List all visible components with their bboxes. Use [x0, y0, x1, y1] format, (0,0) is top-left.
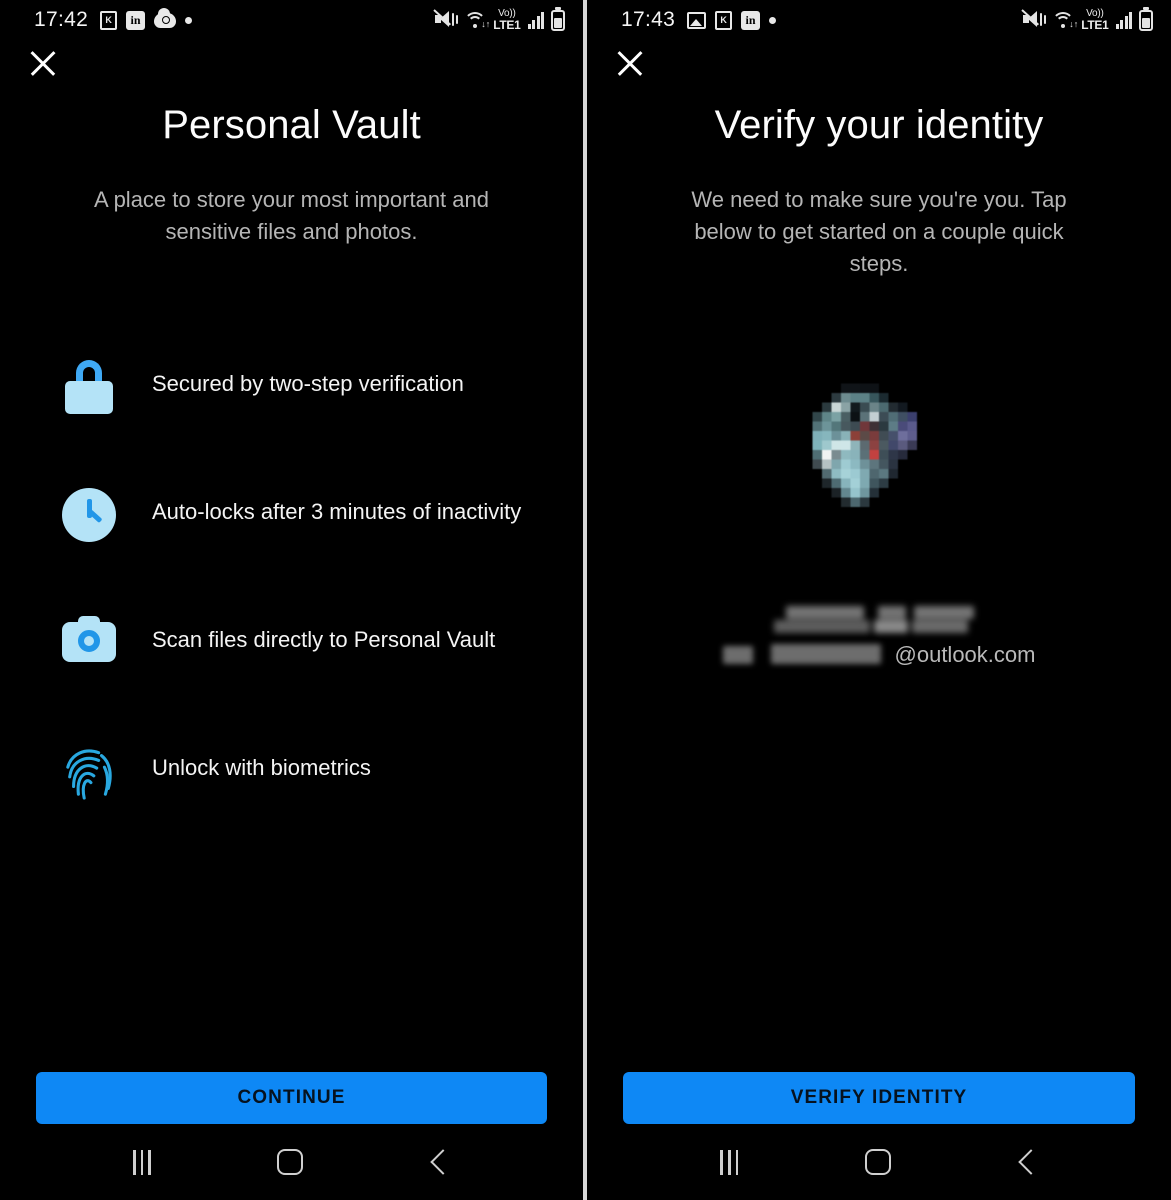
android-navigation-bar: [0, 1124, 583, 1200]
battery-icon: [551, 9, 565, 31]
account-name-redacted: [774, 606, 984, 636]
volte-lte1-icon: Vo)) LTE1: [493, 8, 521, 32]
linkedin-icon: in: [126, 10, 146, 30]
continue-button[interactable]: CONTINUE: [36, 1072, 547, 1124]
feature-label: Unlock with biometrics: [152, 755, 371, 780]
fingerprint-icon: [56, 742, 122, 800]
recents-icon[interactable]: [133, 1149, 151, 1175]
status-bar: 17:43 K in ↓↑ Vo)) LTE1: [587, 0, 1171, 40]
cta-container: VERIFY IDENTITY: [587, 1072, 1171, 1124]
screen-verify-identity: 17:43 K in ↓↑ Vo)) LTE1 Verify your iden…: [587, 0, 1171, 1200]
volte-lte1-icon: Vo)) LTE1: [1081, 8, 1109, 32]
top-bar: [587, 40, 1171, 102]
status-bar: 17:42 K in ↓↑ Vo)) LTE1: [0, 0, 583, 40]
status-bar-time: 17:42: [34, 8, 89, 31]
account-email: @outlook.com: [722, 642, 1036, 668]
verify-identity-button[interactable]: VERIFY IDENTITY: [623, 1072, 1135, 1124]
feature-label: Auto-locks after 3 minutes of inactivity: [152, 499, 522, 524]
list-item: Secured by two-step verification: [56, 358, 553, 450]
screen-personal-vault-intro: 17:42 K in ↓↑ Vo)) LTE1 Personal Vault A…: [0, 0, 583, 1200]
account-block: @outlook.com: [587, 374, 1171, 668]
header-block: Personal Vault A place to store your mos…: [0, 102, 583, 248]
page-title: Personal Vault: [162, 103, 421, 147]
flex-spacer: [587, 668, 1171, 1072]
more-dot-icon: [769, 16, 777, 24]
mute-vibrate-icon: [1021, 9, 1047, 30]
clock-icon: [56, 486, 122, 542]
android-navigation-bar: [587, 1124, 1171, 1200]
feature-label: Secured by two-step verification: [152, 371, 464, 396]
dual-screenshot-container: 17:42 K in ↓↑ Vo)) LTE1 Personal Vault A…: [0, 0, 1171, 1200]
status-bar-notification-icons: K in: [100, 7, 193, 30]
wifi-icon: ↓↑: [464, 11, 490, 29]
status-bar-time: 17:43: [621, 8, 676, 31]
more-dot-icon: [185, 16, 193, 24]
page-title: Verify your identity: [714, 103, 1044, 147]
lock-icon: [56, 358, 122, 414]
notification-badge-icon: K: [100, 10, 118, 30]
list-item: Scan files directly to Personal Vault: [56, 614, 553, 706]
status-bar-system-icons: ↓↑ Vo)) LTE1: [1021, 8, 1153, 32]
back-icon[interactable]: [430, 1152, 450, 1172]
signal-bars-icon: [1115, 11, 1132, 29]
gallery-image-icon: [687, 11, 707, 29]
back-icon[interactable]: [1018, 1152, 1038, 1172]
top-bar: [0, 40, 583, 102]
linkedin-icon: in: [741, 10, 761, 30]
feature-list: Secured by two-step verification Auto-lo…: [0, 358, 583, 834]
onedrive-cloud-icon: [154, 7, 177, 28]
list-item: Auto-locks after 3 minutes of inactivity: [56, 486, 553, 578]
account-email-suffix: @outlook.com: [894, 642, 1036, 667]
page-subtitle: A place to store your most important and…: [94, 187, 489, 244]
header-block: Verify your identity We need to make sur…: [587, 102, 1171, 280]
page-subtitle: We need to make sure you're you. Tap bel…: [691, 187, 1067, 276]
mute-vibrate-icon: [433, 9, 459, 30]
home-icon[interactable]: [277, 1149, 304, 1175]
status-bar-notification-icons: K in: [687, 10, 777, 30]
wifi-icon: ↓↑: [1052, 11, 1078, 29]
home-icon[interactable]: [864, 1149, 891, 1175]
camera-icon: [56, 614, 122, 662]
flex-spacer: [0, 834, 583, 1072]
avatar: [784, 374, 974, 564]
notification-badge-icon: K: [715, 10, 733, 30]
cta-container: CONTINUE: [0, 1072, 583, 1124]
list-item: Unlock with biometrics: [56, 742, 553, 834]
recents-icon[interactable]: [720, 1149, 739, 1175]
account-email-prefix-redacted: [722, 642, 893, 668]
close-icon[interactable]: [28, 48, 58, 78]
feature-label: Scan files directly to Personal Vault: [152, 627, 496, 652]
signal-bars-icon: [527, 11, 544, 29]
status-bar-system-icons: ↓↑ Vo)) LTE1: [433, 8, 565, 32]
close-icon[interactable]: [615, 48, 645, 78]
battery-icon: [1139, 9, 1153, 31]
